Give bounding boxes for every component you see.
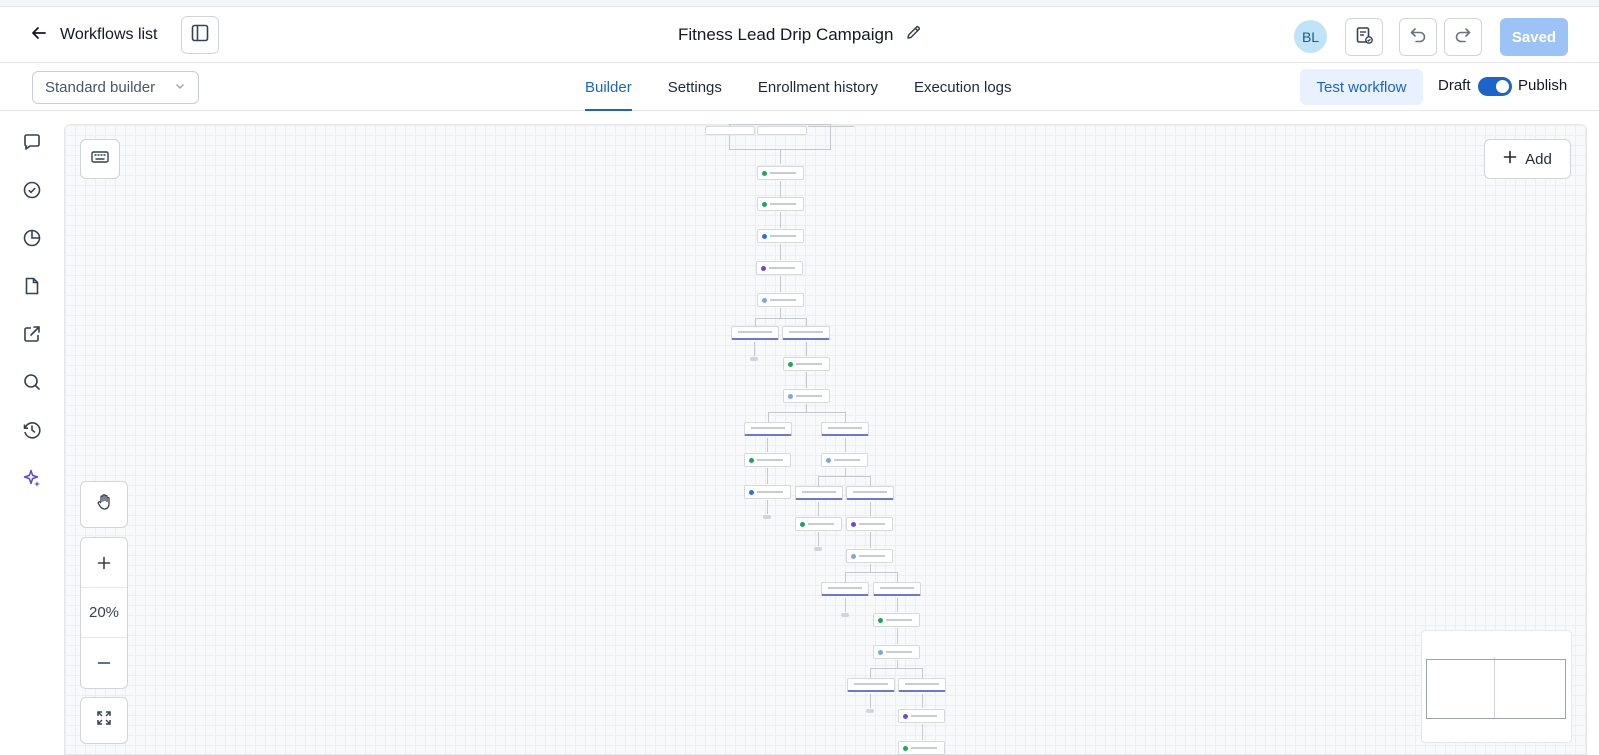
- zoom-in-button[interactable]: [81, 538, 127, 588]
- edit-pencil-icon[interactable]: [905, 24, 922, 46]
- toggle-sidebar-button[interactable]: [181, 16, 219, 54]
- top-strip: [0, 0, 1599, 7]
- publish-label: Publish: [1518, 77, 1568, 94]
- fit-view-button[interactable]: [80, 697, 128, 744]
- publish-toggle[interactable]: [1478, 77, 1512, 96]
- plus-icon: [1503, 150, 1517, 168]
- pan-mode-button[interactable]: [80, 481, 128, 528]
- avatar[interactable]: BL: [1294, 20, 1327, 53]
- zoom-out-button[interactable]: [81, 638, 127, 688]
- tab-builder[interactable]: Builder: [585, 63, 632, 111]
- redo-icon: [1453, 25, 1473, 50]
- undo-button[interactable]: [1399, 18, 1437, 56]
- add-label: Add: [1525, 150, 1552, 168]
- builder-mode-select[interactable]: Standard builder: [32, 71, 199, 104]
- draft-label: Draft: [1438, 77, 1471, 94]
- redo-button[interactable]: [1444, 18, 1482, 56]
- test-workflow-button[interactable]: Test workflow: [1300, 69, 1423, 105]
- check-circle-icon[interactable]: [20, 178, 44, 202]
- undo-icon: [1408, 25, 1428, 50]
- minimap[interactable]: [1421, 630, 1572, 743]
- builder-mode-value: Standard builder: [45, 79, 156, 96]
- workflow-canvas[interactable]: [64, 124, 1587, 755]
- workflow-title-area: Fitness Lead Drip Campaign: [678, 24, 922, 46]
- add-node-button[interactable]: Add: [1484, 139, 1571, 179]
- chevron-down-icon: [174, 79, 186, 96]
- toggle-knob: [1496, 80, 1509, 93]
- sparkle-icon[interactable]: [20, 466, 44, 490]
- keyboard-shortcuts-button[interactable]: [80, 139, 120, 179]
- tab-bar: Builder Settings Enrollment history Exec…: [585, 63, 1012, 111]
- back-label: Workflows list: [60, 26, 158, 43]
- subheader: Standard builder Builder Settings Enroll…: [0, 63, 1599, 111]
- minimap-viewport: [1426, 659, 1566, 719]
- search-icon[interactable]: [20, 370, 44, 394]
- pie-chart-icon[interactable]: [20, 226, 44, 250]
- back-to-workflows-button[interactable]: Workflows list: [30, 21, 158, 49]
- workflow-title: Fitness Lead Drip Campaign: [678, 25, 894, 44]
- keyboard-icon: [90, 147, 110, 172]
- plus-icon: [97, 556, 111, 569]
- sidebar-panel-icon: [190, 23, 210, 48]
- external-link-icon[interactable]: [20, 322, 44, 346]
- expand-icon: [95, 709, 113, 732]
- header: Workflows list Fitness Lead Drip Campaig…: [0, 7, 1599, 63]
- zoom-level: 20%: [81, 588, 127, 638]
- minus-icon: [97, 662, 111, 664]
- notes-button[interactable]: [1345, 18, 1383, 56]
- hand-icon: [95, 493, 113, 516]
- clipboard-check-icon: [1354, 25, 1374, 50]
- arrow-left-icon: [30, 24, 48, 47]
- saved-button[interactable]: Saved: [1500, 18, 1568, 56]
- left-sidebar: [0, 111, 64, 755]
- clock-history-icon[interactable]: [20, 418, 44, 442]
- zoom-controls: 20%: [80, 537, 128, 689]
- document-icon[interactable]: [20, 274, 44, 298]
- tab-settings[interactable]: Settings: [668, 63, 722, 111]
- tab-execution-logs[interactable]: Execution logs: [914, 63, 1012, 111]
- chat-icon[interactable]: [20, 130, 44, 154]
- tab-enrollment-history[interactable]: Enrollment history: [758, 63, 878, 111]
